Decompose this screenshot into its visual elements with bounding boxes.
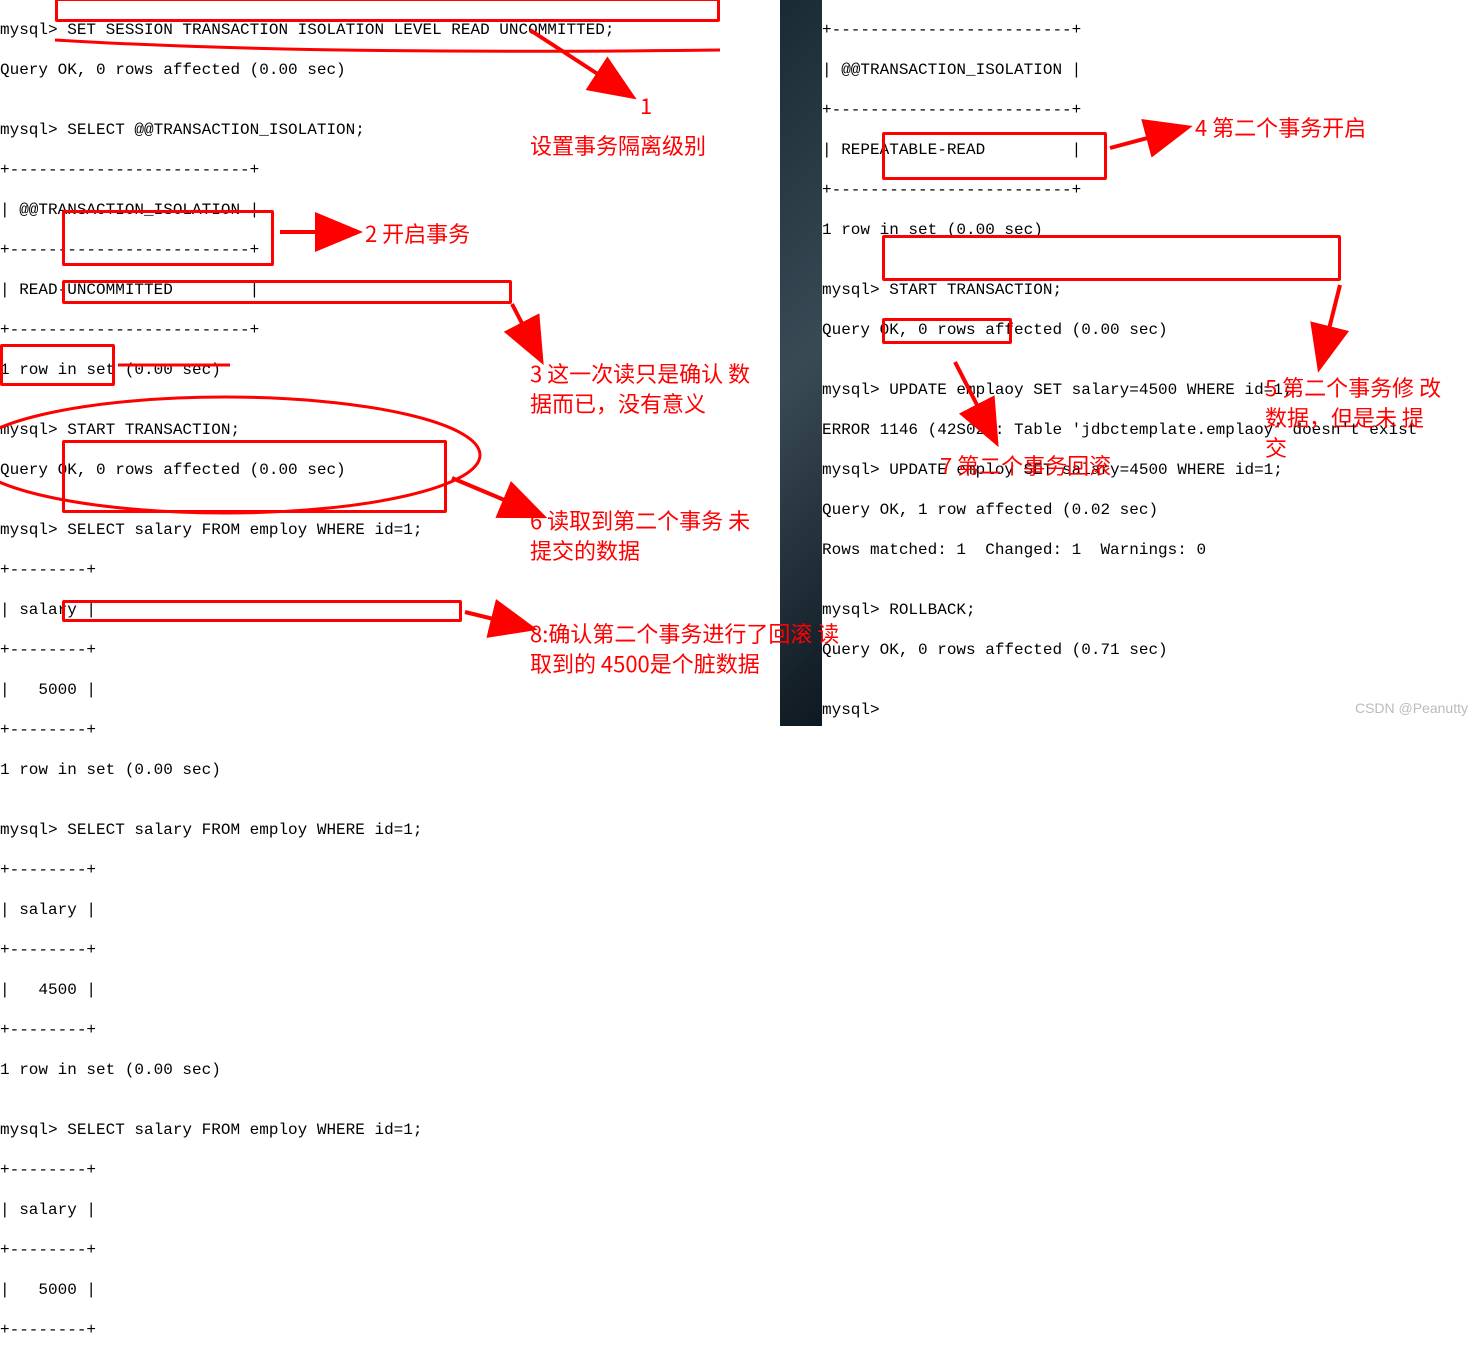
left-line: +-------------------------+ [0,320,780,340]
left-line: mysql> SET SESSION TRANSACTION ISOLATION… [0,20,780,40]
left-line: 1 row in set (0.00 sec) [0,760,780,780]
left-line: | @@TRANSACTION_ISOLATION | [0,200,780,220]
right-line: Query OK, 0 rows affected (0.71 sec) [822,640,1478,660]
right-line: +-------------------------+ [822,20,1478,40]
left-line: +--------+ [0,1020,780,1040]
right-terminal: +-------------------------+ | @@TRANSACT… [822,0,1478,726]
left-line: +-------------------------+ [0,160,780,180]
right-line: mysql> START TRANSACTION; [822,280,1478,300]
vertical-divider [780,0,822,726]
left-line: +--------+ [0,1160,780,1180]
left-line: 1 row in set (0.00 sec) [0,1060,780,1080]
left-line: mysql> SELECT salary FROM employ WHERE i… [0,820,780,840]
left-line: +-------------------------+ [0,240,780,260]
right-line: Query OK, 1 row affected (0.02 sec) [822,500,1478,520]
left-line: | 5000 | [0,1280,780,1300]
left-line: mysql> START TRANSACTION; [0,420,780,440]
left-line: +--------+ [0,560,780,580]
left-line: +--------+ [0,640,780,660]
right-line: +-------------------------+ [822,180,1478,200]
left-line: Query OK, 0 rows affected (0.00 sec) [0,460,780,480]
left-line: | salary | [0,600,780,620]
right-line: | @@TRANSACTION_ISOLATION | [822,60,1478,80]
right-line: Query OK, 0 rows affected (0.00 sec) [822,320,1478,340]
right-line: mysql> ROLLBACK; [822,600,1478,620]
left-line: Query OK, 0 rows affected (0.00 sec) [0,60,780,80]
left-terminal: mysql> SET SESSION TRANSACTION ISOLATION… [0,0,780,726]
left-line: mysql> SELECT salary FROM employ WHERE i… [0,1120,780,1140]
right-line: +-------------------------+ [822,100,1478,120]
right-line: 1 row in set (0.00 sec) [822,220,1478,240]
left-line: +--------+ [0,1240,780,1260]
left-line: | READ-UNCOMMITTED | [0,280,780,300]
left-line: | 4500 | [0,980,780,1000]
left-line: | salary | [0,900,780,920]
left-line: +--------+ [0,940,780,960]
right-line: | REPEATABLE-READ | [822,140,1478,160]
left-line: | salary | [0,1200,780,1220]
watermark: CSDN @Peanutty [1355,698,1468,718]
left-line: +--------+ [0,860,780,880]
left-line: +--------+ [0,720,780,740]
right-line: mysql> UPDATE employ SET salary=4500 WHE… [822,460,1478,480]
left-line: +--------+ [0,1320,780,1340]
left-line: mysql> SELECT salary FROM employ WHERE i… [0,520,780,540]
right-line: ERROR 1146 (42S02): Table 'jdbctemplate.… [822,420,1478,440]
right-line: mysql> UPDATE emplaoy SET salary=4500 WH… [822,380,1478,400]
left-line: | 5000 | [0,680,780,700]
left-line: mysql> SELECT @@TRANSACTION_ISOLATION; [0,120,780,140]
right-line: Rows matched: 1 Changed: 1 Warnings: 0 [822,540,1478,560]
left-line: 1 row in set (0.00 sec) [0,360,780,380]
